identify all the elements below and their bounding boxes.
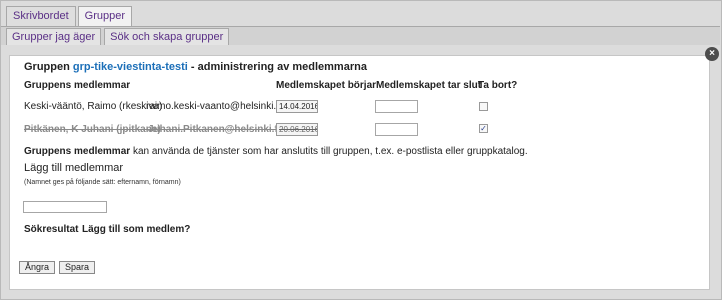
end-date-field[interactable]	[375, 123, 418, 136]
tab-skrivbordet[interactable]: Skrivbordet	[6, 6, 76, 27]
tab-grupper[interactable]: Grupper	[77, 6, 132, 27]
title-suffix: - administrering av medlemmarna	[190, 61, 367, 73]
start-date-field[interactable]: 20.06.2016	[276, 123, 318, 136]
remove-checkbox[interactable]	[479, 102, 488, 111]
member-search-input[interactable]	[23, 201, 107, 213]
col-header-end: Medlemskapet tar slut	[376, 80, 482, 91]
add-members-heading: Lägg till medlemmar	[24, 162, 124, 174]
search-results-label: Sökresultat	[24, 224, 79, 235]
add-as-member-label: Lägg till som medlem?	[82, 224, 191, 235]
info-bold: Gruppens medlemmar	[24, 146, 131, 157]
col-header-members: Gruppens medlemmar	[24, 80, 131, 91]
col-header-start: Medlemskapet börjar	[276, 80, 377, 91]
subtab-my-groups[interactable]: Grupper jag äger	[6, 28, 102, 45]
remove-checkbox-checked[interactable]: ✓	[479, 124, 488, 133]
subtab-search-create[interactable]: Sök och skapa grupper	[104, 28, 230, 45]
cancel-button[interactable]: Ångra	[19, 261, 56, 274]
sub-tabs: Grupper jag äger Sök och skapa grupper	[6, 28, 230, 45]
col-header-remove: Ta bort?	[478, 80, 518, 91]
name-format-hint: (Namnet ges på följande sätt: efternamn,…	[24, 179, 181, 186]
info-text: Gruppens medlemmar kan använda de tjänst…	[24, 146, 528, 157]
start-date-field[interactable]: 14.04.2016	[276, 100, 318, 113]
member-name: Pitkänen, K Juhani (jpitkane)	[24, 124, 161, 135]
member-name: Keski-vääntö, Raimo (rkeskiva)	[24, 101, 163, 112]
main-tabs: Skrivbordet Grupper	[6, 6, 132, 27]
page-title: Gruppen grp-tike-viestinta-testi - admin…	[24, 61, 367, 73]
save-button[interactable]: Spara	[59, 261, 96, 274]
info-rest: kan använda de tjänster som har anslutit…	[132, 146, 528, 157]
member-email: raimo.keski-vaanto@helsinki.fi	[146, 101, 282, 112]
group-name: grp-tike-viestinta-testi	[72, 61, 188, 73]
end-date-field[interactable]	[375, 100, 418, 113]
member-email: Juhani.Pitkanen@helsinki.fi	[148, 124, 281, 135]
close-icon[interactable]: ×	[705, 47, 719, 61]
title-prefix: Gruppen	[24, 61, 70, 73]
